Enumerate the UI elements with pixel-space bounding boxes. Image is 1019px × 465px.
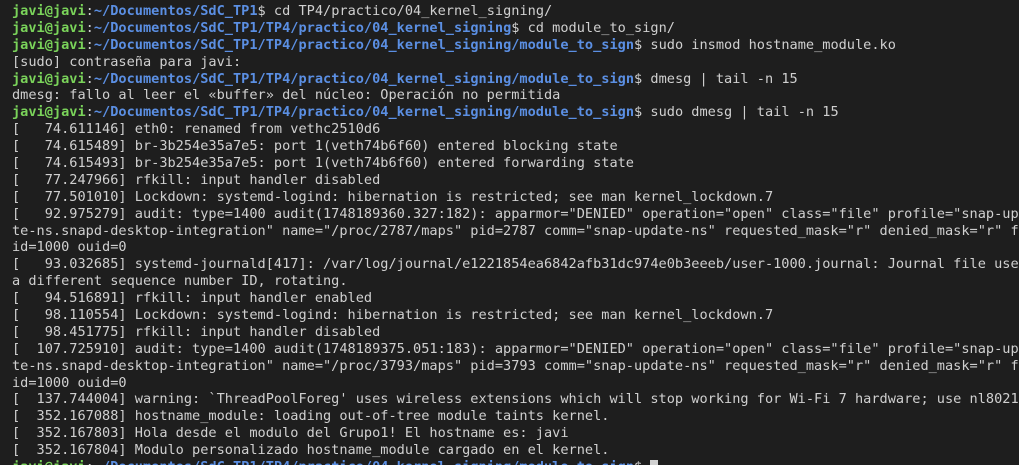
output-text: [sudo] contraseña para javi: — [12, 53, 242, 70]
prompt-symbol: $ — [634, 70, 651, 87]
terminal-window[interactable]: javi@javi:~/Documentos/SdC_TP1$ cd TP4/p… — [0, 0, 1019, 465]
output-text: [ 77.247966] rfkill: input handler disab… — [12, 171, 381, 188]
output-text: [ 98.110554] Lockdown: systemd-logind: h… — [12, 307, 774, 324]
prompt-separator: : — [85, 3, 94, 19]
prompt-user: javi@javi — [12, 3, 86, 19]
prompt-line: javi@javi:~/Documentos/SdC_TP1/TP4/pract… — [12, 459, 1019, 465]
output-text: [ 98.451775] rfkill: input handler disab… — [12, 323, 381, 340]
prompt-user: javi@javi — [12, 459, 86, 465]
output-text: dmesg: fallo al leer el «buffer» del núc… — [12, 87, 561, 104]
command-text: cd module_to_sign/ — [527, 19, 675, 36]
output-line: id=1000 ouid=0 — [12, 375, 1019, 392]
output-line: [ 92.975279] audit: type=1400 audit(1748… — [12, 206, 1019, 223]
terminal-cursor[interactable] — [650, 460, 659, 465]
output-text: [ 77.501010] Lockdown: systemd-logind: h… — [12, 188, 774, 205]
output-line: te-ns.snapd-desktop-integration" name="/… — [12, 358, 1019, 375]
output-line: [ 137.744004] warning: `ThreadPoolForeg'… — [12, 391, 1019, 408]
prompt-user: javi@javi — [12, 104, 86, 121]
output-text: [ 94.516891] rfkill: input handler enabl… — [12, 290, 373, 307]
output-line: [ 107.725910] audit: type=1400 audit(174… — [12, 341, 1019, 358]
command-text: sudo insmod hostname_module.ko — [650, 36, 896, 53]
prompt-path: ~/Documentos/SdC_TP1/TP4/practico/04_ker… — [93, 36, 635, 53]
output-text: [ 74.611146] eth0: renamed from vethc251… — [12, 121, 381, 138]
output-line: [ 94.516891] rfkill: input handler enabl… — [12, 290, 1019, 307]
prompt-user: javi@javi — [12, 19, 86, 36]
prompt-user: javi@javi — [12, 70, 86, 87]
prompt-line: javi@javi:~/Documentos/SdC_TP1$ cd TP4/p… — [12, 3, 1019, 20]
prompt-symbol: $ — [634, 459, 650, 465]
command-text: sudo dmesg | tail -n 15 — [650, 104, 839, 121]
output-line: [ 98.110554] Lockdown: systemd-logind: h… — [12, 307, 1019, 324]
output-text: [ 93.032685] systemd-journald[417]: /var… — [12, 256, 1019, 273]
prompt-separator: : — [86, 459, 94, 465]
prompt-path: ~/Documentos/SdC_TP1/TP4/practico/04_ker… — [93, 104, 635, 121]
prompt-separator: : — [85, 19, 94, 36]
output-line: [ 98.451775] rfkill: input handler disab… — [12, 324, 1019, 341]
output-line: [ 74.615489] br-3b254e35a7e5: port 1(vet… — [12, 138, 1019, 155]
prompt-symbol: $ — [634, 104, 651, 121]
output-line: dmesg: fallo al leer el «buffer» del núc… — [12, 87, 1019, 104]
command-text: dmesg | tail -n 15 — [650, 70, 798, 87]
output-line: [ 352.167803] Hola desde el modulo del G… — [12, 425, 1019, 442]
output-text: [ 74.615489] br-3b254e35a7e5: port 1(vet… — [12, 138, 618, 155]
output-text: id=1000 ouid=0 — [12, 374, 127, 391]
output-text: [ 352.167803] Hola desde el modulo del G… — [12, 425, 569, 442]
output-text: [ 352.167804] Modulo personalizado hostn… — [12, 442, 610, 459]
output-line: te-ns.snapd-desktop-integration" name="/… — [12, 223, 1019, 240]
output-line: [sudo] contraseña para javi: — [12, 54, 1019, 71]
output-line: [ 77.247966] rfkill: input handler disab… — [12, 172, 1019, 189]
output-text: te-ns.snapd-desktop-integration" name="/… — [12, 222, 1019, 239]
prompt-symbol: $ — [511, 19, 528, 36]
output-text: te-ns.snapd-desktop-integration" name="/… — [12, 357, 1019, 374]
output-line: [ 352.167088] hostname_module: loading o… — [12, 408, 1019, 425]
output-line: [ 74.611146] eth0: renamed from vethc251… — [12, 121, 1019, 138]
prompt-user: javi@javi — [12, 36, 86, 53]
prompt-separator: : — [85, 36, 94, 53]
prompt-line: javi@javi:~/Documentos/SdC_TP1/TP4/pract… — [12, 20, 1019, 37]
command-text: cd TP4/practico/04_kernel_signing/ — [273, 3, 553, 19]
prompt-line: javi@javi:~/Documentos/SdC_TP1/TP4/pract… — [12, 37, 1019, 54]
output-text: [ 107.725910] audit: type=1400 audit(174… — [12, 340, 1019, 357]
prompt-separator: : — [85, 104, 94, 121]
prompt-symbol: $ — [634, 36, 651, 53]
output-text: [ 74.615493] br-3b254e35a7e5: port 1(vet… — [12, 155, 634, 172]
output-line: [ 74.615493] br-3b254e35a7e5: port 1(vet… — [12, 155, 1019, 172]
output-line: id=1000 ouid=0 — [12, 239, 1019, 256]
prompt-path: ~/Documentos/SdC_TP1 — [93, 3, 258, 19]
prompt-line: javi@javi:~/Documentos/SdC_TP1/TP4/pract… — [12, 104, 1019, 121]
output-line: [ 93.032685] systemd-journald[417]: /var… — [12, 256, 1019, 273]
prompt-line: javi@javi:~/Documentos/SdC_TP1/TP4/pract… — [12, 71, 1019, 88]
output-line: a different sequence number ID, rotating… — [12, 273, 1019, 290]
output-text: [ 92.975279] audit: type=1400 audit(1748… — [12, 205, 1019, 222]
prompt-separator: : — [85, 70, 94, 87]
output-line: [ 77.501010] Lockdown: systemd-logind: h… — [12, 189, 1019, 206]
output-line: [ 352.167804] Modulo personalizado hostn… — [12, 442, 1019, 459]
output-text: [ 352.167088] hostname_module: loading o… — [12, 408, 610, 425]
output-text: a different sequence number ID, rotating… — [12, 273, 348, 290]
prompt-path: ~/Documentos/SdC_TP1/TP4/practico/04_ker… — [93, 19, 512, 36]
output-text: [ 137.744004] warning: `ThreadPoolForeg'… — [12, 391, 1019, 408]
output-text: id=1000 ouid=0 — [12, 239, 127, 256]
prompt-path: ~/Documentos/SdC_TP1/TP4/practico/04_ker… — [93, 70, 635, 87]
prompt-symbol: $ — [257, 3, 274, 19]
prompt-path: ~/Documentos/SdC_TP1/TP4/practico/04_ker… — [94, 459, 634, 465]
